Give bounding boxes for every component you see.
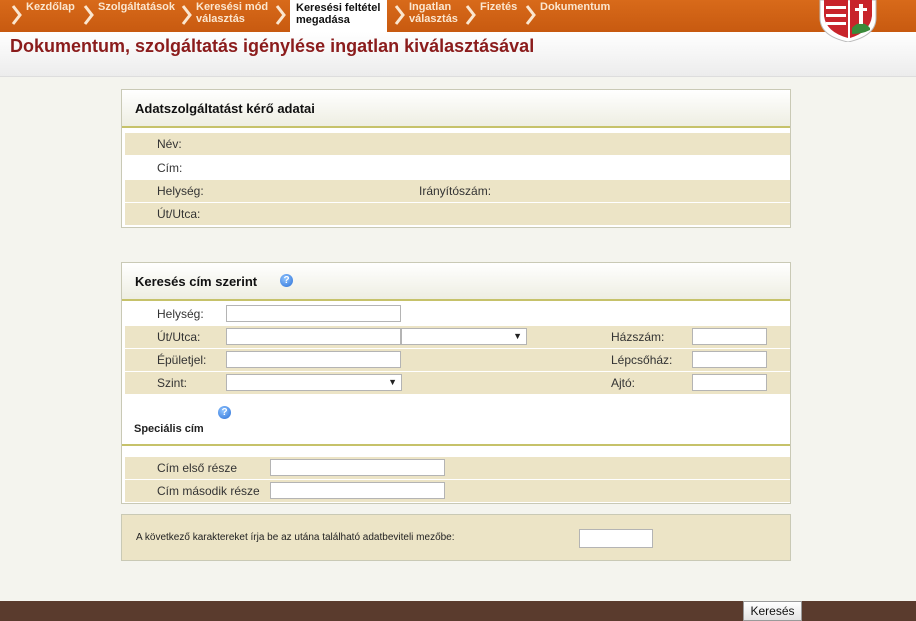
staircase-input[interactable] — [692, 351, 767, 368]
chevron-right-icon — [10, 4, 24, 26]
divider — [122, 444, 790, 446]
door-input[interactable] — [692, 374, 767, 391]
nav-step-label-2: megadása — [296, 14, 350, 26]
search-row-building: Épületjel: Lépcsőház: — [125, 349, 790, 371]
nav-step-label: Kezdőlap — [26, 1, 75, 13]
requester-row-name: Név: — [125, 133, 790, 155]
nav-step-label: Fizetés — [480, 1, 518, 13]
nav-separator — [274, 0, 286, 32]
captcha-panel: A következő karaktereket írja be az után… — [121, 514, 791, 561]
house-number-label: Házszám: — [611, 330, 665, 344]
chevron-right-icon — [524, 4, 538, 26]
building-input[interactable] — [226, 351, 401, 368]
search-panel: Keresés cím szerint ? Helység: Út/Utca: … — [121, 262, 791, 504]
name-label: Név: — [157, 137, 182, 151]
nav-step-label: Ingatlan — [409, 1, 452, 13]
level-select[interactable]: ▼ — [226, 374, 402, 391]
chevron-right-icon — [274, 4, 288, 26]
help-icon[interactable]: ? — [218, 406, 231, 419]
search-street-label: Út/Utca: — [157, 330, 201, 344]
zip-label: Irányítószám: — [419, 184, 492, 198]
nav-step-search-mode[interactable]: Keresési mód választás — [180, 0, 280, 32]
requester-row-street: Út/Utca: — [125, 203, 790, 225]
nav-step-label: Dokumentum — [540, 1, 611, 13]
nav-step-label: Szolgáltatások — [98, 1, 176, 13]
captcha-input[interactable] — [579, 529, 653, 548]
nav-step-property[interactable]: Ingatlan választás — [393, 0, 468, 32]
requester-panel-title: Adatszolgáltatást kérő adatai — [135, 101, 315, 116]
nav-step-label: Keresési feltétel — [296, 2, 381, 14]
level-label: Szint: — [157, 376, 188, 390]
house-number-input[interactable] — [692, 328, 767, 345]
staircase-label: Lépcsőház: — [611, 353, 673, 367]
search-city-input[interactable] — [226, 305, 401, 322]
search-button[interactable]: Keresés — [743, 601, 802, 621]
requester-row-address: Cím: — [125, 157, 790, 179]
requester-panel: Adatszolgáltatást kérő adatai Név: Cím: … — [121, 89, 791, 228]
address-label: Cím: — [157, 161, 183, 175]
nav-step-home[interactable]: Kezdőlap — [10, 0, 85, 32]
chevron-right-icon — [464, 4, 478, 26]
search-row-city: Helység: — [125, 303, 790, 325]
breadcrumb-nav: Kezdőlap Szolgáltatások Keresési mód vála… — [0, 0, 916, 32]
search-city-label: Helység: — [157, 307, 204, 321]
nav-step-services[interactable]: Szolgáltatások — [82, 0, 182, 32]
city-label: Helység: — [157, 184, 204, 198]
special-second-input[interactable] — [270, 482, 445, 499]
coat-of-arms-icon — [818, 0, 878, 43]
search-panel-title: Keresés cím szerint — [135, 274, 258, 289]
search-row-level: Szint: ▼ Ajtó: — [125, 372, 790, 394]
requester-panel-header: Adatszolgáltatást kérő adatai — [122, 90, 790, 128]
requester-row-city: Helység: Irányítószám: — [125, 180, 790, 202]
help-icon[interactable]: ? — [280, 274, 293, 287]
chevron-right-icon — [180, 4, 194, 26]
nav-step-label-2: választás — [409, 13, 458, 25]
chevron-right-icon — [82, 4, 96, 26]
caret-down-icon: ▼ — [388, 377, 397, 387]
nav-step-search-criteria[interactable]: Keresési feltétel megadása — [290, 0, 387, 32]
page-title: Dokumentum, szolgáltatás igénylése ingat… — [10, 36, 535, 56]
special-first-label: Cím első része — [157, 461, 238, 475]
search-street-input[interactable] — [226, 328, 401, 345]
door-label: Ajtó: — [611, 376, 636, 390]
special-first-input[interactable] — [270, 459, 445, 476]
search-panel-header: Keresés cím szerint ? — [122, 263, 790, 301]
special-row-first: Cím első része — [125, 457, 790, 479]
special-address-title: Speciális cím — [134, 423, 204, 435]
building-label: Épületjel: — [157, 353, 207, 367]
street-type-select[interactable]: ▼ — [401, 328, 527, 345]
chevron-right-icon — [393, 4, 407, 26]
search-row-street: Út/Utca: ▼ Házszám: — [125, 326, 790, 348]
nav-step-document[interactable]: Dokumentum — [524, 0, 624, 32]
captcha-instruction: A következő karaktereket írja be az után… — [136, 532, 455, 543]
nav-step-label-2: választás — [196, 13, 245, 25]
special-second-label: Cím második része — [157, 484, 260, 498]
caret-down-icon: ▼ — [513, 331, 522, 341]
special-row-second: Cím második része — [125, 480, 790, 502]
page-header: Dokumentum, szolgáltatás igénylése ingat… — [0, 32, 916, 77]
street-label: Út/Utca: — [157, 207, 201, 221]
nav-step-label: Keresési mód — [196, 1, 269, 13]
